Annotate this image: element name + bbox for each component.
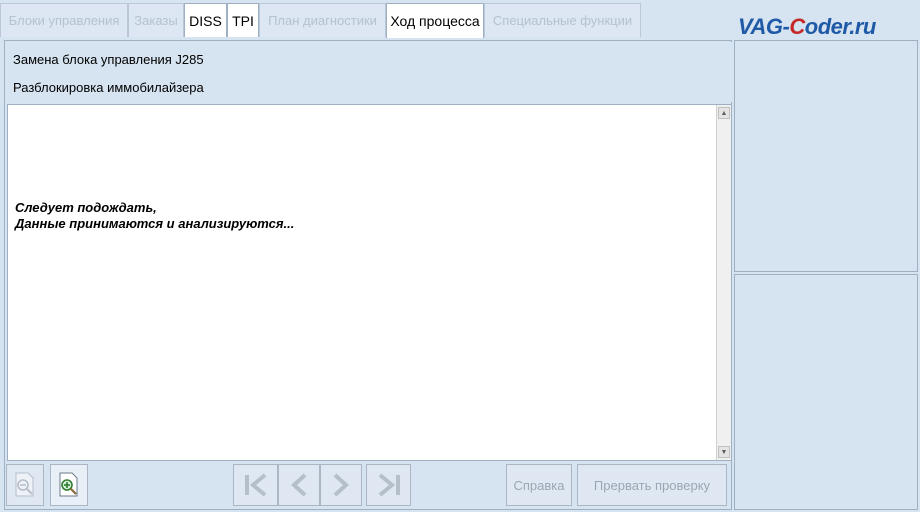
scroll-up-icon[interactable]: ▲ <box>718 107 730 119</box>
tab-bar: Блоки управления Заказы DISS TPI План ди… <box>0 0 920 39</box>
vertical-scrollbar[interactable]: ▲ ▼ <box>716 105 731 460</box>
abort-test-button[interactable]: Прервать проверку <box>577 464 727 506</box>
prev-page-icon <box>286 470 312 500</box>
tab-tpi[interactable]: TPI <box>227 3 259 37</box>
first-page-icon <box>241 470 271 500</box>
first-page-button[interactable] <box>233 464 278 506</box>
procedure-header: Замена блока управления J285 Разблокиров… <box>7 42 732 102</box>
right-panel-bottom <box>734 274 918 510</box>
zoom-out-icon <box>12 471 38 499</box>
zoom-out-button[interactable] <box>6 464 44 506</box>
zoom-in-icon <box>56 471 82 499</box>
last-page-button[interactable] <box>366 464 411 506</box>
last-page-icon <box>374 470 404 500</box>
right-panel-top <box>734 40 918 272</box>
process-output-area: Следует подождать, Данные принимаются и … <box>7 104 732 461</box>
status-message-line1: Следует подождать, <box>15 200 157 215</box>
procedure-title: Замена блока управления J285 <box>13 52 204 67</box>
status-message: Следует подождать, Данные принимаются и … <box>15 200 294 232</box>
scroll-down-icon[interactable]: ▼ <box>718 446 730 458</box>
zoom-in-button[interactable] <box>50 464 88 506</box>
tab-diss[interactable]: DISS <box>184 3 227 37</box>
next-page-icon <box>328 470 354 500</box>
tab-orders[interactable]: Заказы <box>128 3 184 37</box>
prev-page-button[interactable] <box>278 464 320 506</box>
tab-process-progress[interactable]: Ход процесса <box>386 3 484 38</box>
procedure-subtitle: Разблокировка иммобилайзера <box>13 80 204 95</box>
tab-special-functions[interactable]: Специальные функции <box>484 3 641 37</box>
tab-control-units[interactable]: Блоки управления <box>0 3 128 37</box>
status-message-line2: Данные принимаются и анализируются... <box>15 216 295 231</box>
next-page-button[interactable] <box>320 464 362 506</box>
tab-diagnostic-plan[interactable]: План диагностики <box>259 3 386 37</box>
watermark-logo: VAG-Coder.ru <box>738 14 876 39</box>
help-button[interactable]: Справка <box>506 464 572 506</box>
